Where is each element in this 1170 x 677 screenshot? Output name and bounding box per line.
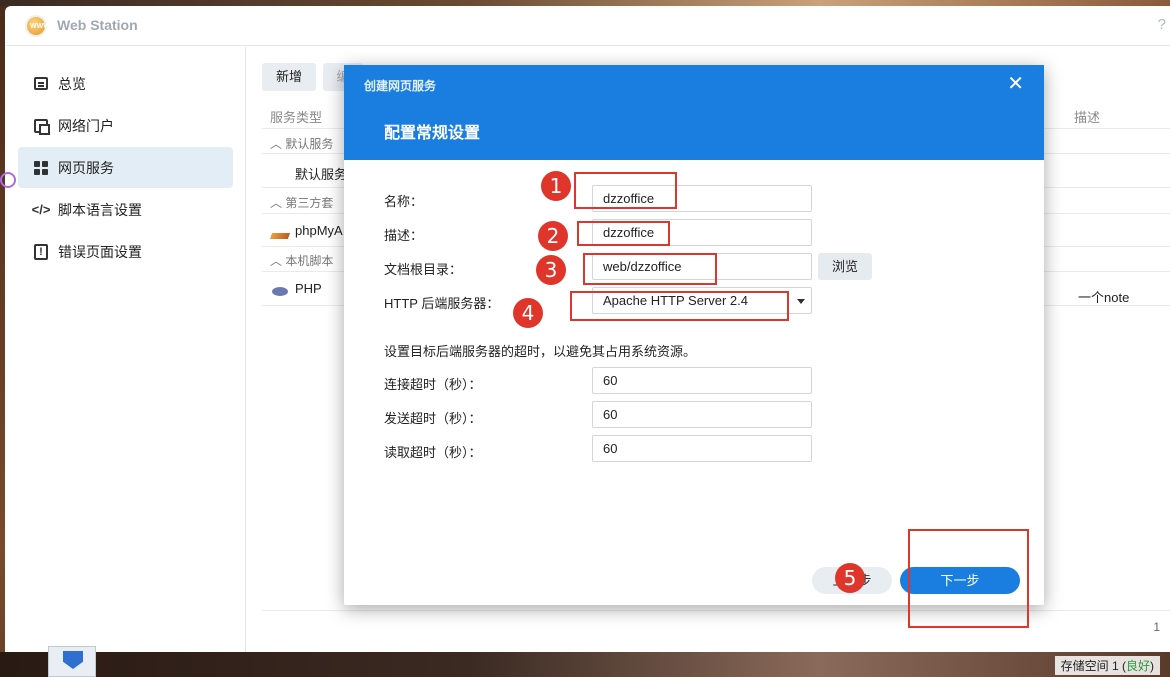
sidebar: 总览 网络门户 网页服务 </> 脚本语言设置 ! 错误页面设置	[5, 47, 246, 652]
close-icon[interactable]: ✕	[1007, 74, 1024, 94]
dialog-small-title: 创建网页服务	[364, 79, 437, 93]
taskbar-app-button[interactable]	[48, 646, 96, 677]
annotation-box	[570, 291, 789, 321]
annotation-number: 4	[513, 298, 543, 328]
sidebar-item-label: 网页服务	[58, 159, 114, 176]
table-row[interactable]: PHP	[295, 281, 322, 296]
page-indicator: 1	[1153, 620, 1160, 634]
sidebar-item-label: 总览	[58, 75, 86, 92]
annotation-number: 3	[536, 255, 566, 285]
connect-timeout-label: 连接超时（秒）：	[384, 377, 482, 392]
sidebar-item-overview[interactable]: 总览	[18, 63, 233, 104]
annotation-box	[908, 529, 1029, 628]
group-label: 本机脚本	[285, 254, 334, 268]
desktop-taskbar	[0, 652, 1170, 677]
collapse-icon: ︿	[270, 137, 286, 151]
portal-icon	[32, 117, 50, 135]
web-station-app-icon: WWW	[25, 15, 50, 37]
timeout-hint: 设置目标后端服务器的超时，以避免其占用系统资源。	[384, 344, 697, 359]
window-title: Web Station	[57, 17, 138, 33]
annotation-box	[577, 221, 670, 246]
connect-timeout-field[interactable]: 60	[592, 367, 812, 394]
divider	[262, 610, 1170, 611]
annotation-box	[574, 172, 677, 209]
column-header-description: 描述	[1074, 110, 1101, 125]
collapse-icon: ︿	[270, 196, 286, 210]
web-station-taskbar-icon	[63, 651, 83, 669]
help-icon[interactable]: ?	[1158, 16, 1166, 33]
chevron-down-icon	[797, 299, 805, 304]
window-titlebar: WWW Web Station ?	[5, 6, 1170, 46]
php-icon	[272, 287, 288, 296]
storage-label: 存储空间 1 (	[1060, 659, 1126, 673]
sidebar-item-script-language[interactable]: </> 脚本语言设置	[18, 189, 233, 230]
dialog-title: 配置常规设置	[384, 125, 481, 142]
read-timeout-field[interactable]: 60	[592, 435, 812, 462]
send-timeout-label: 发送超时（秒）：	[384, 411, 482, 426]
name-label: 名称：	[384, 194, 424, 209]
overview-icon	[32, 75, 50, 93]
annotation-number: 2	[538, 221, 568, 251]
docroot-label: 文档根目录：	[384, 262, 463, 277]
group-row-default[interactable]: ︿ 默认服务	[270, 135, 333, 152]
sidebar-item-error-page[interactable]: ! 错误页面设置	[18, 231, 233, 272]
collapse-icon: ︿	[270, 254, 286, 268]
error-page-icon: !	[32, 243, 50, 261]
cursor-marker-icon	[0, 172, 16, 188]
table-row[interactable]: phpMyA	[295, 223, 343, 238]
group-label: 第三方套	[285, 196, 334, 210]
description-label: 描述：	[384, 228, 424, 243]
sidebar-item-label: 脚本语言设置	[58, 201, 142, 218]
sidebar-item-label: 网络门户	[58, 117, 114, 134]
sidebar-item-web-service[interactable]: 网页服务	[18, 147, 233, 188]
storage-close: )	[1150, 659, 1154, 673]
dialog-header: 创建网页服务 ✕ 配置常规设置	[344, 65, 1044, 160]
create-web-service-dialog: 创建网页服务 ✕ 配置常规设置 名称： dzzoffice 描述： dzzoff…	[344, 65, 1044, 605]
storage-good-status: 良好	[1125, 659, 1150, 673]
browse-button[interactable]: 浏览	[818, 253, 872, 280]
annotation-number: 5	[835, 563, 865, 593]
backend-label: HTTP 后端服务器：	[384, 296, 500, 311]
web-service-icon	[32, 159, 50, 177]
column-header-service-type: 服务类型	[270, 110, 323, 125]
php-description-cell: 一个note	[1078, 290, 1130, 305]
sidebar-item-label: 错误页面设置	[58, 243, 142, 260]
group-label: 默认服务	[285, 137, 334, 151]
code-icon: </>	[31, 202, 51, 217]
phpmyadmin-icon	[269, 233, 291, 239]
table-row[interactable]: 默认服务	[295, 164, 347, 183]
storage-status[interactable]: 存储空间 1 (良好)	[1054, 656, 1160, 675]
read-timeout-label: 读取超时（秒）：	[384, 445, 482, 460]
annotation-number: 1	[541, 171, 571, 201]
group-row-third-party[interactable]: ︿ 第三方套	[270, 194, 333, 211]
sidebar-item-portal[interactable]: 网络门户	[18, 105, 233, 146]
annotation-box	[583, 253, 717, 285]
group-row-native-script[interactable]: ︿ 本机脚本	[270, 252, 333, 269]
new-button[interactable]: 新增	[262, 63, 316, 91]
send-timeout-field[interactable]: 60	[592, 401, 812, 428]
